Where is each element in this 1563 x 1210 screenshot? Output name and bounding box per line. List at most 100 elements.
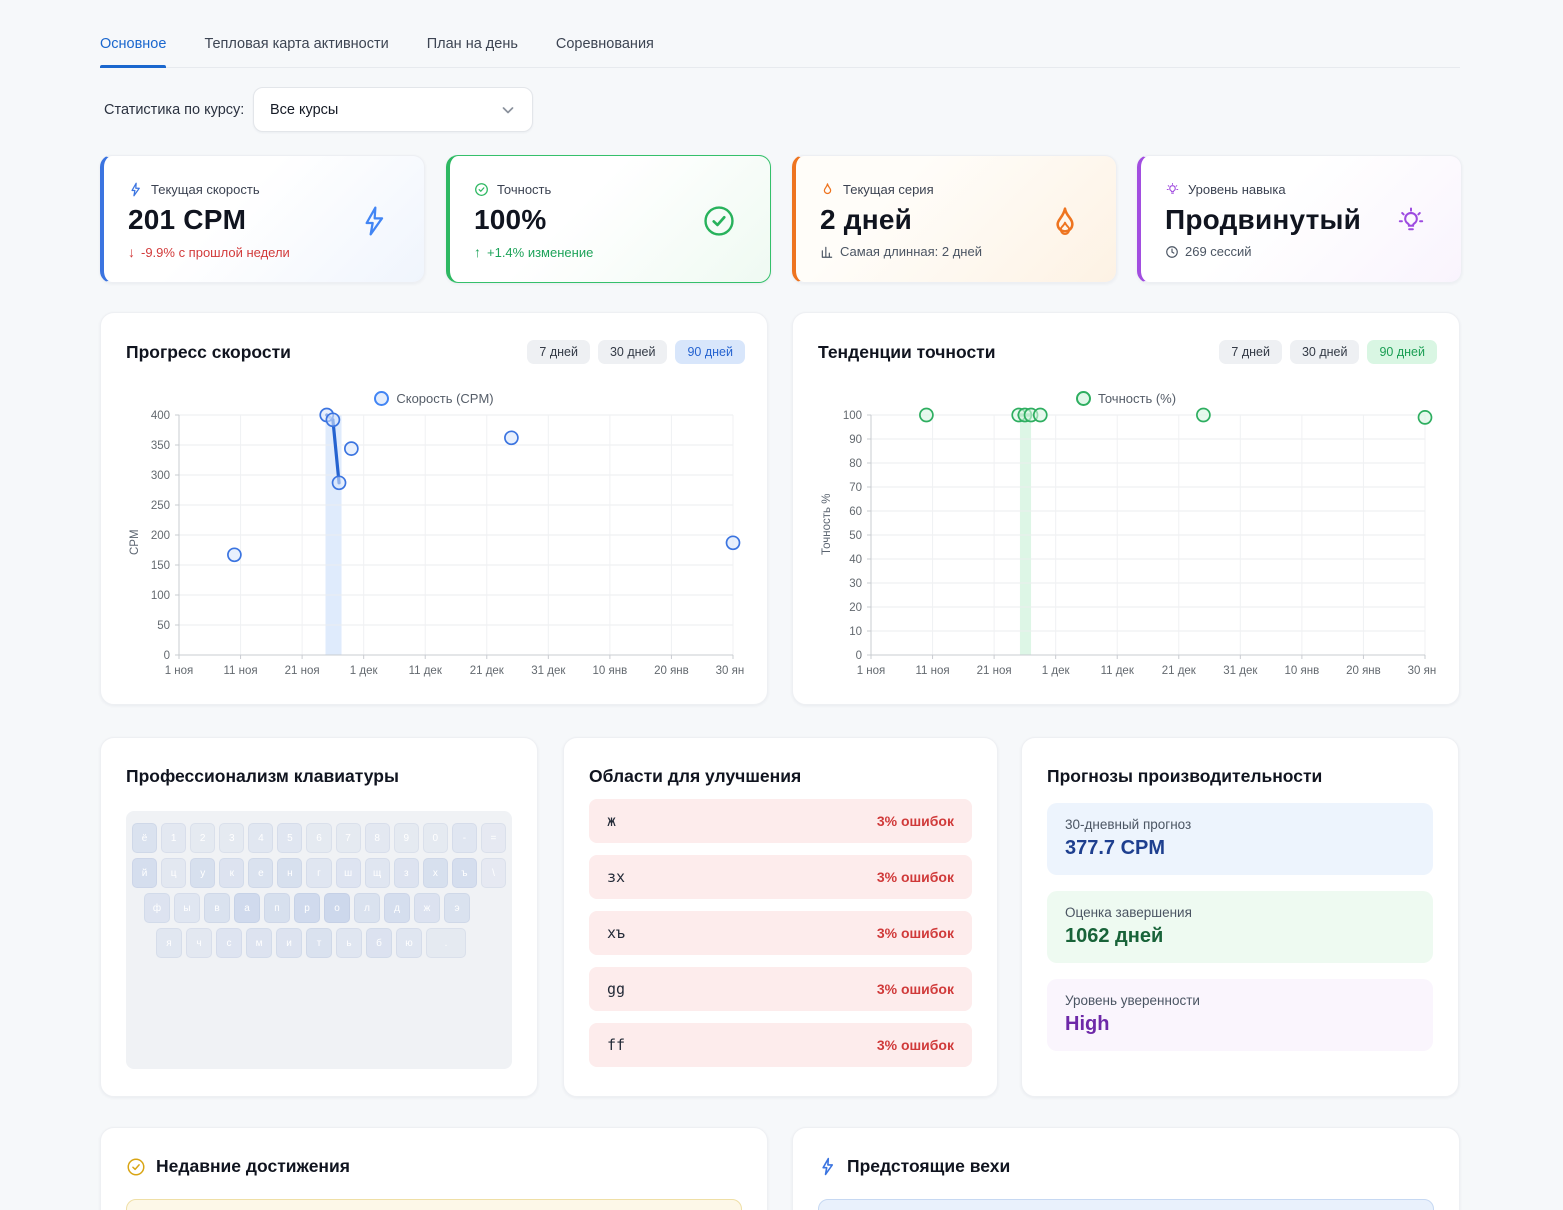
stat-change: ↓ -9.9% с прошлой недели [128, 244, 402, 260]
course-select-value: Все курсы [270, 102, 338, 118]
key-ю: ю [396, 928, 422, 958]
panel-title: Недавние достижения [156, 1156, 350, 1177]
range-7d-button[interactable]: 7 дней [1219, 340, 1282, 364]
key-е: е [248, 858, 273, 888]
prediction-confidence: Уровень уверенности High [1047, 979, 1433, 1051]
key-г: г [306, 858, 331, 888]
stat-change-text: +1.4% изменение [487, 245, 593, 260]
range-7d-button[interactable]: 7 дней [527, 340, 590, 364]
prediction-label: Уровень уверенности [1065, 993, 1415, 1008]
svg-text:Точность %: Точность % [821, 494, 833, 555]
tab-competitions[interactable]: Соревнования [556, 20, 654, 67]
svg-text:11 дек: 11 дек [1101, 665, 1135, 677]
svg-text:31 дек: 31 дек [531, 665, 566, 677]
svg-text:350: 350 [151, 440, 170, 452]
course-select[interactable]: Все курсы [253, 87, 533, 132]
prediction-forecast: 30-дневный прогноз 377.7 CPM [1047, 803, 1433, 875]
prediction-value: High [1065, 1013, 1415, 1036]
lightning-icon [358, 204, 390, 238]
legend-dot-icon [1076, 391, 1091, 406]
key-=: = [481, 823, 506, 853]
lightning-icon [128, 182, 143, 197]
bar-chart-icon [820, 245, 834, 259]
keyboard-proficiency-card: Профессионализм клавиатуры ё1234567890-=… [100, 737, 538, 1097]
panel-title: Прогнозы производительности [1047, 766, 1433, 787]
stat-change-text: -9.9% с прошлой недели [141, 245, 290, 260]
range-90d-button[interactable]: 90 дней [1367, 340, 1437, 364]
keyboard-row: фывапролджэ [144, 893, 506, 923]
error-rate: 3% ошибок [877, 925, 954, 941]
stat-card-speed: Текущая скорость 201 CPM ↓ -9.9% с прошл… [100, 155, 425, 283]
key-с: с [216, 928, 242, 958]
key-к: к [219, 858, 244, 888]
upcoming-milestones-card: Предстоящие вехи [792, 1127, 1460, 1210]
key-3: 3 [219, 823, 244, 853]
error-rate: 3% ошибок [877, 1037, 954, 1053]
improvement-item: хъ 3% ошибок [589, 911, 972, 955]
svg-text:10 янв: 10 янв [593, 665, 628, 677]
key-т: т [306, 928, 332, 958]
range-30d-button[interactable]: 30 дней [1290, 340, 1360, 364]
range-90d-button[interactable]: 90 дней [675, 340, 745, 364]
svg-text:80: 80 [849, 458, 862, 470]
key-л: л [354, 893, 380, 923]
error-rate: 3% ошибок [877, 981, 954, 997]
flame-icon [820, 182, 835, 197]
data-point [228, 548, 241, 561]
svg-text:20: 20 [849, 602, 862, 614]
svg-text:50: 50 [157, 620, 170, 632]
improvement-item: ж 3% ошибок [589, 799, 972, 843]
stat-sub-text: Самая длинная: 2 дней [840, 244, 982, 259]
check-circle-icon [702, 204, 736, 238]
svg-text:21 дек: 21 дек [1162, 665, 1197, 677]
key-4: 4 [248, 823, 273, 853]
error-pattern: хъ [607, 924, 625, 942]
arrow-up-icon: ↑ [474, 244, 481, 260]
svg-text:30 янв: 30 янв [1408, 665, 1437, 677]
key-ч: ч [186, 928, 212, 958]
flame-icon [1048, 204, 1082, 240]
range-30d-button[interactable]: 30 дней [598, 340, 668, 364]
accuracy-trends-card: Тенденции точности 7 дней 30 дней 90 дне… [792, 312, 1460, 705]
tab-bar: Основное Тепловая карта активности План … [100, 20, 1460, 68]
key-д: д [384, 893, 410, 923]
tab-day-plan[interactable]: План на день [427, 20, 518, 67]
svg-text:11 ноя: 11 ноя [224, 665, 258, 677]
key-щ: щ [365, 858, 390, 888]
key-2: 2 [190, 823, 215, 853]
lightning-icon [818, 1157, 837, 1176]
svg-text:1 ноя: 1 ноя [857, 665, 886, 677]
data-point [1419, 411, 1432, 424]
keyboard-row: ячсмитьбю. [156, 928, 506, 958]
key-п: п [264, 893, 290, 923]
key-ф: ф [144, 893, 170, 923]
error-pattern: gg [607, 980, 625, 998]
tab-activity-heatmap[interactable]: Тепловая карта активности [204, 20, 388, 67]
svg-text:20 янв: 20 янв [654, 665, 689, 677]
key-ё: ё [132, 823, 157, 853]
panel-title: Профессионализм клавиатуры [126, 766, 512, 787]
key-ъ: ъ [452, 858, 477, 888]
range-pills: 7 дней 30 дней 90 дней [527, 340, 745, 364]
panel-title: Области для улучшения [589, 766, 972, 787]
svg-text:70: 70 [849, 482, 862, 494]
error-rate: 3% ошибок [877, 869, 954, 885]
error-pattern: ж [607, 812, 616, 830]
key-о: о [324, 893, 350, 923]
stat-label: Текущая скорость [151, 182, 260, 197]
chart-legend: Точность (%) [793, 391, 1459, 406]
performance-predictions-card: Прогнозы производительности 30-дневный п… [1021, 737, 1459, 1097]
speed-chart-plot: 0501001502002503003504001 ноя11 ноя21 но… [125, 407, 745, 689]
key-з: з [394, 858, 419, 888]
tab-main[interactable]: Основное [100, 20, 166, 67]
data-point [326, 413, 339, 426]
stat-card-accuracy: Точность 100% ↑ +1.4% изменение [446, 155, 771, 283]
svg-text:10: 10 [849, 626, 862, 638]
key-ж: ж [414, 893, 440, 923]
svg-text:400: 400 [151, 410, 170, 422]
data-point [920, 409, 933, 422]
stat-change: ↑ +1.4% изменение [474, 244, 748, 260]
svg-text:30: 30 [849, 578, 862, 590]
legend-label: Скорость (CPM) [396, 391, 493, 406]
error-pattern: ff [607, 1036, 625, 1054]
